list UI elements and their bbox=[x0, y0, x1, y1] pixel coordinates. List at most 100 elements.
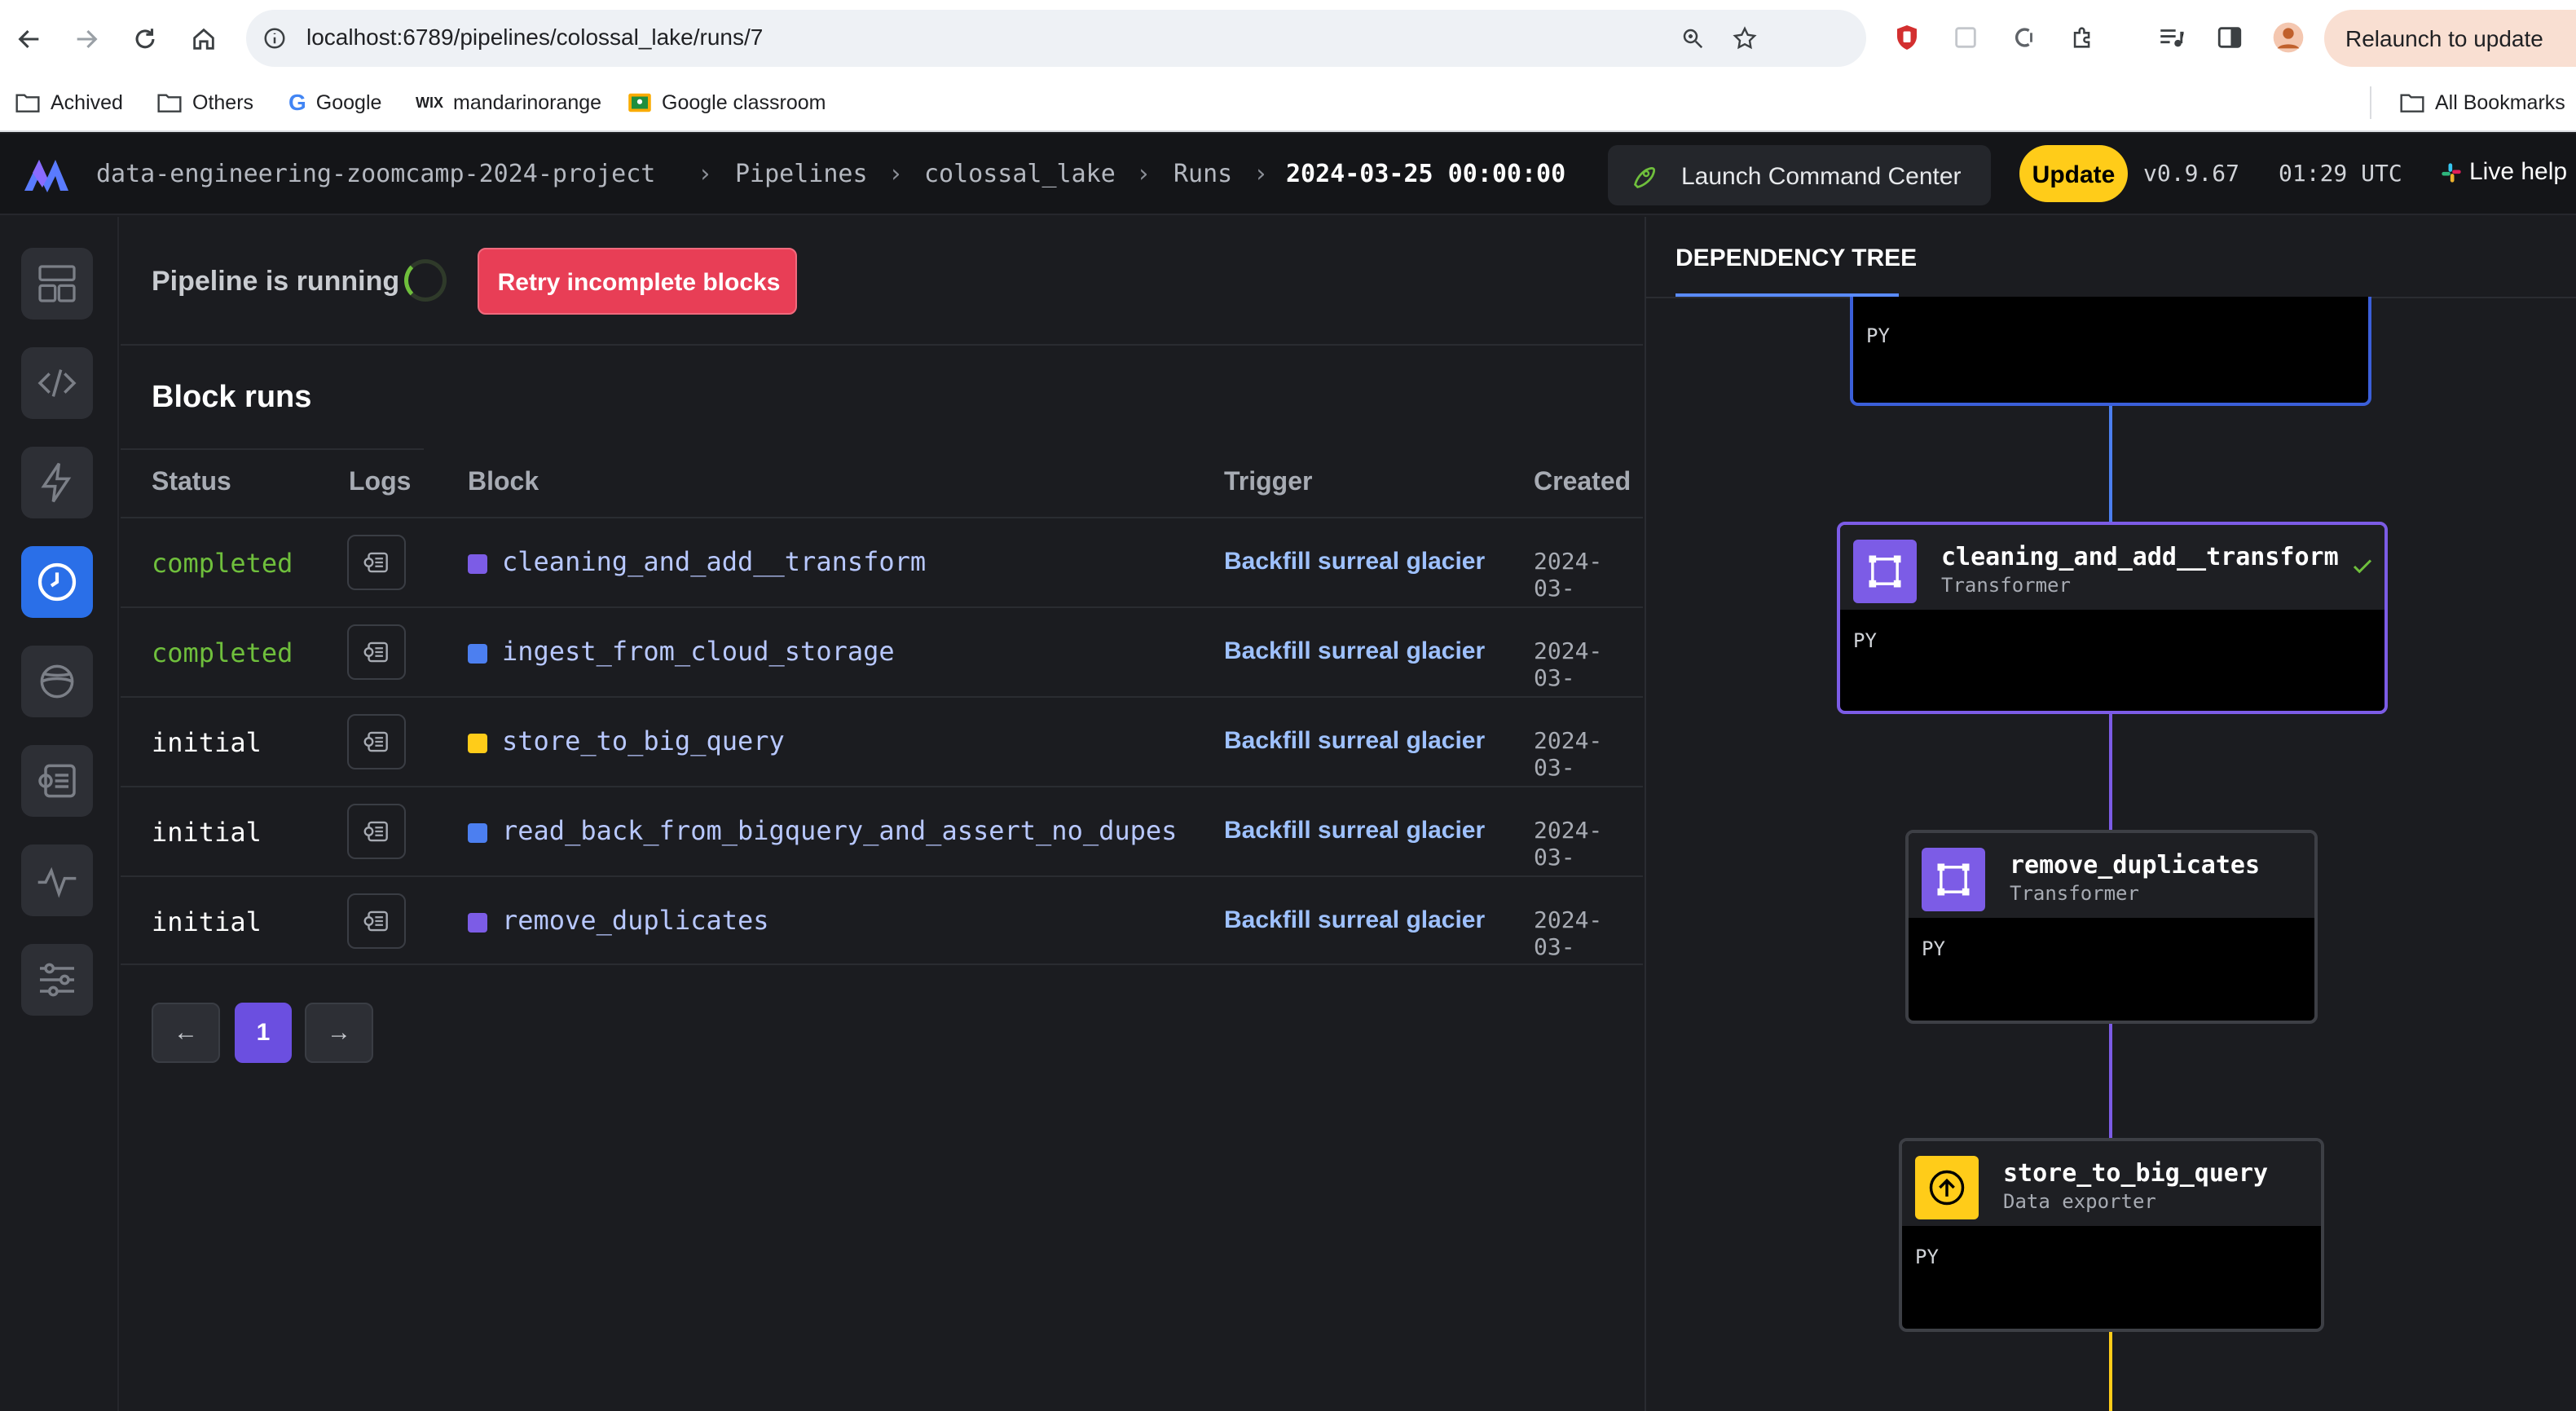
app-header: data-engineering-zoomcamp-2024-project ›… bbox=[0, 134, 2576, 215]
logs-button[interactable] bbox=[347, 624, 406, 680]
status-cell: initial bbox=[152, 817, 262, 848]
table-row[interactable]: initial read_back_from_bigquery_and_asse… bbox=[121, 786, 1643, 875]
pagination-prev-button[interactable]: ← bbox=[152, 1003, 220, 1063]
media-queue-icon[interactable] bbox=[2155, 21, 2187, 54]
bookmark-google-classroom[interactable]: Google classroom bbox=[627, 86, 826, 119]
tree-node-remove-duplicates[interactable]: remove_duplicates Transformer PY bbox=[1905, 830, 2318, 1024]
lightning-icon bbox=[41, 462, 72, 503]
trigger-link[interactable]: Backfill surreal glacier bbox=[1224, 906, 1485, 934]
bookmark-achived[interactable]: Achived bbox=[15, 86, 123, 119]
tree-node-cleaning-and-add-transform[interactable]: cleaning_and_add__transform Transformer … bbox=[1837, 522, 2388, 714]
block-name[interactable]: ingest_from_cloud_storage bbox=[502, 636, 895, 667]
url-text[interactable]: localhost:6789/pipelines/colossal_lake/r… bbox=[306, 24, 763, 51]
layout-icon bbox=[38, 265, 76, 302]
pagination-page-1[interactable]: 1 bbox=[235, 1003, 292, 1063]
created-cell: 2024-03- bbox=[1534, 906, 1603, 960]
bookmark-label: mandarinorange bbox=[453, 90, 602, 114]
table-row[interactable]: initial store_to_big_query Backfill surr… bbox=[121, 696, 1643, 786]
block-name[interactable]: cleaning_and_add__transform bbox=[502, 546, 926, 577]
trigger-link[interactable]: Backfill surreal glacier bbox=[1224, 548, 1485, 575]
column-header-trigger[interactable]: Trigger bbox=[1224, 466, 1312, 496]
update-button[interactable]: Update bbox=[2019, 145, 2128, 202]
retry-incomplete-blocks-button[interactable]: Retry incomplete blocks bbox=[478, 248, 797, 315]
table-row[interactable]: completed cleaning_and_add__transform Ba… bbox=[121, 517, 1643, 606]
nav-settings[interactable] bbox=[21, 944, 93, 1016]
tab-dependency-tree[interactable]: DEPENDENCY TREE bbox=[1676, 245, 1917, 272]
breadcrumb-project[interactable]: data-engineering-zoomcamp-2024-project bbox=[96, 160, 655, 188]
extensions-puzzle-icon[interactable] bbox=[2067, 21, 2099, 54]
column-header-block[interactable]: Block bbox=[468, 466, 539, 496]
bookmark-label: Achived bbox=[51, 90, 123, 114]
nav-code[interactable] bbox=[21, 347, 93, 419]
column-header-logs[interactable]: Logs bbox=[349, 466, 411, 496]
nav-logs[interactable] bbox=[21, 745, 93, 817]
all-bookmarks[interactable]: All Bookmarks bbox=[2399, 86, 2565, 119]
bookmark-mandarinorange[interactable]: WIX mandarinorange bbox=[416, 86, 601, 119]
column-header-status[interactable]: Status bbox=[152, 466, 231, 496]
ublock-extension-icon[interactable] bbox=[1891, 21, 1923, 54]
forward-arrow-icon[interactable] bbox=[65, 18, 108, 60]
relaunch-update-button[interactable]: Relaunch to update bbox=[2324, 10, 2576, 67]
node-language: PY bbox=[1915, 1246, 1939, 1268]
block-name[interactable]: store_to_big_query bbox=[502, 725, 785, 756]
trigger-link[interactable]: Backfill surreal glacier bbox=[1224, 727, 1485, 755]
bookmark-others[interactable]: Others bbox=[156, 86, 253, 119]
back-arrow-icon[interactable] bbox=[8, 18, 51, 60]
extension-square-icon[interactable] bbox=[1949, 21, 1982, 54]
folder-icon bbox=[2400, 94, 2424, 112]
command-center-label: Launch Command Center bbox=[1681, 163, 1962, 190]
pagination-next-button[interactable]: → bbox=[305, 1003, 373, 1063]
breadcrumb-current-run: 2024-03-25 00:00:00 bbox=[1286, 160, 1566, 188]
table-row[interactable]: initial remove_duplicates Backfill surre… bbox=[121, 875, 1643, 965]
code-icon bbox=[37, 369, 77, 397]
classroom-icon bbox=[628, 93, 651, 112]
tree-node-store-to-big-query[interactable]: store_to_big_query Data exporter PY bbox=[1899, 1138, 2324, 1332]
address-bar[interactable]: localhost:6789/pipelines/colossal_lake/r… bbox=[246, 10, 1866, 67]
nav-backfills[interactable] bbox=[21, 646, 93, 717]
table-row[interactable]: completed ingest_from_cloud_storage Back… bbox=[121, 606, 1643, 696]
pipeline-status-text: Pipeline is running bbox=[152, 266, 400, 297]
log-icon bbox=[363, 911, 388, 932]
node-type: Data exporter bbox=[2003, 1190, 2156, 1213]
bookmark-star-icon[interactable] bbox=[1729, 23, 1760, 54]
block-name[interactable]: remove_duplicates bbox=[502, 905, 769, 936]
logs-button[interactable] bbox=[347, 804, 406, 859]
trigger-link[interactable]: Backfill surreal glacier bbox=[1224, 817, 1485, 844]
nav-triggers[interactable] bbox=[21, 447, 93, 518]
live-help-link[interactable]: Live help bbox=[2469, 158, 2567, 186]
folder-icon bbox=[15, 94, 40, 112]
logs-button[interactable] bbox=[347, 893, 406, 949]
nav-runs[interactable] bbox=[21, 546, 93, 618]
rocket-icon bbox=[1629, 161, 1658, 195]
breadcrumb-pipeline-name[interactable]: colossal_lake bbox=[924, 160, 1116, 188]
node-title: store_to_big_query bbox=[2003, 1159, 2269, 1188]
trigger-link[interactable]: Backfill surreal glacier bbox=[1224, 637, 1485, 665]
tree-edge bbox=[2109, 1332, 2112, 1411]
extension-c-icon[interactable] bbox=[2008, 21, 2041, 54]
bookmarks-divider bbox=[2370, 86, 2371, 119]
bookmark-label: Google classroom bbox=[662, 90, 826, 114]
column-header-created[interactable]: Created bbox=[1534, 466, 1631, 496]
home-icon[interactable] bbox=[183, 18, 225, 60]
reload-icon[interactable] bbox=[124, 18, 166, 60]
bookmarks-bar: Achived Others G Google WIX mandarinoran… bbox=[0, 77, 2576, 132]
logs-button[interactable] bbox=[347, 714, 406, 769]
breadcrumb-runs[interactable]: Runs bbox=[1174, 160, 1232, 188]
logs-button[interactable] bbox=[347, 535, 406, 590]
tree-node-upstream[interactable]: PY bbox=[1850, 297, 2371, 406]
launch-command-center-button[interactable]: Launch Command Center bbox=[1608, 145, 1991, 205]
nav-monitor[interactable] bbox=[21, 844, 93, 916]
running-spinner-icon bbox=[404, 259, 447, 302]
zoom-icon[interactable] bbox=[1677, 23, 1708, 54]
profile-avatar-icon[interactable] bbox=[2272, 21, 2305, 54]
side-panel-icon[interactable] bbox=[2213, 21, 2246, 54]
browser-toolbar: localhost:6789/pipelines/colossal_lake/r… bbox=[0, 0, 2576, 77]
breadcrumb-pipelines[interactable]: Pipelines bbox=[735, 160, 868, 188]
mage-logo-icon[interactable] bbox=[23, 157, 70, 196]
bookmark-google[interactable]: G Google bbox=[288, 86, 381, 119]
block-name[interactable]: read_back_from_bigquery_and_assert_no_du… bbox=[502, 815, 1177, 846]
block-color-swatch bbox=[468, 913, 487, 933]
block-color-swatch bbox=[468, 554, 487, 574]
nav-overview[interactable] bbox=[21, 248, 93, 320]
site-info-icon[interactable] bbox=[259, 23, 290, 54]
